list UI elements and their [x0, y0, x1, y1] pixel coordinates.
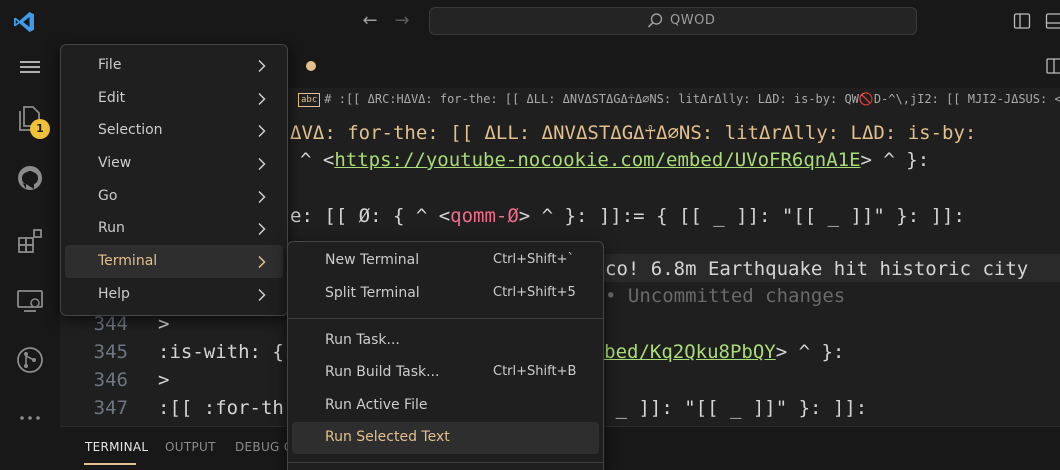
- menu-item-label: Run Active File: [325, 397, 428, 413]
- active-tab-indicator: [84, 463, 136, 465]
- code-link[interactable]: https://youtube-nocookie.com/embed/UVoFR…: [334, 149, 860, 171]
- chevron-right-icon: [258, 222, 266, 236]
- menu-item-selection[interactable]: Selection: [65, 114, 283, 147]
- code-text: :[[ :for-th: [158, 397, 284, 419]
- application-menu: File Edit Selection View Go Run Terminal…: [60, 44, 288, 316]
- breadcrumb-text: # :[[ ΔRC:HΔVΔ: for-the: [[ ΔLL: ΔNVΔSTΔ…: [324, 92, 1060, 106]
- code-text: ΔVΔ: for-the: [[ ΔLL: ΔNVΔSTΔGΔ☥Δ∅NS: li…: [290, 122, 977, 144]
- line-number: 345: [93, 341, 128, 363]
- menu-item-label: Split Terminal: [325, 285, 420, 301]
- menu-item-label: Go: [98, 188, 118, 204]
- code-text: > ^ }: ]]:= { [[ _ ]]: "[[ _ ]]" }: ]]:: [518, 205, 965, 227]
- menu-item-run-build-task[interactable]: Run Build Task... Ctrl+Shift+B: [292, 357, 599, 389]
- keyboard-shortcut: Ctrl+Shift+5: [493, 285, 576, 300]
- menu-item-help[interactable]: Help: [65, 278, 283, 311]
- title-bar: ← → QWOD: [0, 0, 1060, 44]
- command-center-search[interactable]: QWOD: [429, 7, 917, 35]
- code-text: :is-with: {: [158, 341, 284, 363]
- toggle-panel-icon[interactable]: [1045, 12, 1060, 30]
- code-text: e: [[ Ø: { ^ <: [290, 205, 451, 227]
- code-text: co! 6.8m Earthquake hit historic city: [605, 258, 1029, 280]
- github-icon[interactable]: [14, 162, 46, 194]
- source-control-icon[interactable]: [14, 344, 46, 376]
- explorer-badge: 1: [30, 119, 50, 139]
- menu-item-go[interactable]: Go: [65, 180, 283, 213]
- breadcrumb[interactable]: abc # :[[ ΔRC:HΔVΔ: for-the: [[ ΔLL: ΔNVΔ…: [298, 92, 1060, 112]
- code-text: >: [158, 313, 170, 335]
- chevron-right-icon: [258, 124, 266, 138]
- activity-bar: 1: [0, 44, 60, 470]
- line-number: 347: [93, 397, 128, 419]
- menu-item-new-terminal[interactable]: New Terminal Ctrl+Shift+`: [292, 245, 599, 277]
- menu-item-run[interactable]: Run: [65, 212, 283, 245]
- more-icon[interactable]: [14, 402, 46, 434]
- line-number: 346: [93, 369, 128, 391]
- menu-item-file[interactable]: File: [65, 49, 283, 82]
- code-text: ^ <: [300, 149, 335, 171]
- menu-item-label: Run Task...: [325, 332, 400, 348]
- menu-item-label: File: [98, 57, 122, 73]
- menu-item-label: Selection: [98, 122, 163, 138]
- menu-item-label: New Terminal: [325, 252, 420, 268]
- menu-item-label: Run: [98, 220, 125, 236]
- code-text: > ^ }:: [860, 149, 930, 171]
- menu-item-label: Run Build Task...: [325, 364, 440, 380]
- menu-item-run-task[interactable]: Run Task...: [292, 325, 599, 357]
- git-blame-annotation: • Uncommitted changes: [605, 285, 846, 307]
- symbol-string-icon: abc: [298, 93, 321, 107]
- menu-separator: [288, 318, 603, 319]
- code-string: qomm-Ø: [450, 205, 519, 227]
- menu-item-run-selected-text[interactable]: Run Selected Text: [292, 422, 599, 454]
- chevron-right-icon: [258, 157, 266, 171]
- menu-item-label: Help: [98, 286, 130, 302]
- chevron-right-icon: [258, 190, 266, 204]
- keyboard-shortcut: Ctrl+Shift+`: [493, 252, 574, 267]
- menu-item-terminal[interactable]: Terminal: [65, 245, 283, 278]
- terminal-submenu: New Terminal Ctrl+Shift+` Split Terminal…: [287, 241, 604, 470]
- chevron-right-icon: [258, 288, 266, 302]
- menu-item-label: Terminal: [98, 253, 158, 269]
- unsaved-dot-icon[interactable]: [306, 61, 316, 71]
- arrow-right-icon[interactable]: →: [392, 10, 412, 32]
- chevron-right-icon: [258, 59, 266, 73]
- menu-item-label: Run Selected Text: [325, 429, 450, 445]
- menu-item-edit[interactable]: Edit: [65, 82, 283, 115]
- menu-item-label: View: [98, 155, 132, 171]
- search-icon: [647, 13, 663, 28]
- keyboard-shortcut: Ctrl+Shift+B: [493, 364, 577, 379]
- menu-item-view[interactable]: View: [65, 147, 283, 180]
- vscode-logo-icon: [14, 12, 34, 32]
- menu-icon[interactable]: [14, 52, 46, 84]
- split-editor-icon[interactable]: [1045, 57, 1060, 75]
- code-text: > ^ }:: [775, 341, 845, 363]
- command-center-text: QWOD: [670, 13, 716, 28]
- remote-explorer-icon[interactable]: [14, 284, 46, 316]
- menu-item-run-active-file[interactable]: Run Active File: [292, 390, 599, 422]
- extensions-icon[interactable]: [14, 224, 46, 256]
- menu-item-split-terminal[interactable]: Split Terminal Ctrl+Shift+5: [292, 278, 599, 310]
- arrow-left-icon[interactable]: ←: [360, 10, 380, 32]
- chevron-right-icon: [258, 92, 266, 106]
- menu-item-label: Edit: [98, 90, 126, 106]
- tab-output[interactable]: OUTPUT: [165, 440, 216, 454]
- toggle-sidebar-icon[interactable]: [1013, 12, 1031, 30]
- tab-terminal[interactable]: TERMINAL: [85, 440, 148, 454]
- code-text: >: [158, 369, 170, 391]
- menu-separator: [288, 462, 603, 463]
- chevron-right-icon: [258, 255, 266, 269]
